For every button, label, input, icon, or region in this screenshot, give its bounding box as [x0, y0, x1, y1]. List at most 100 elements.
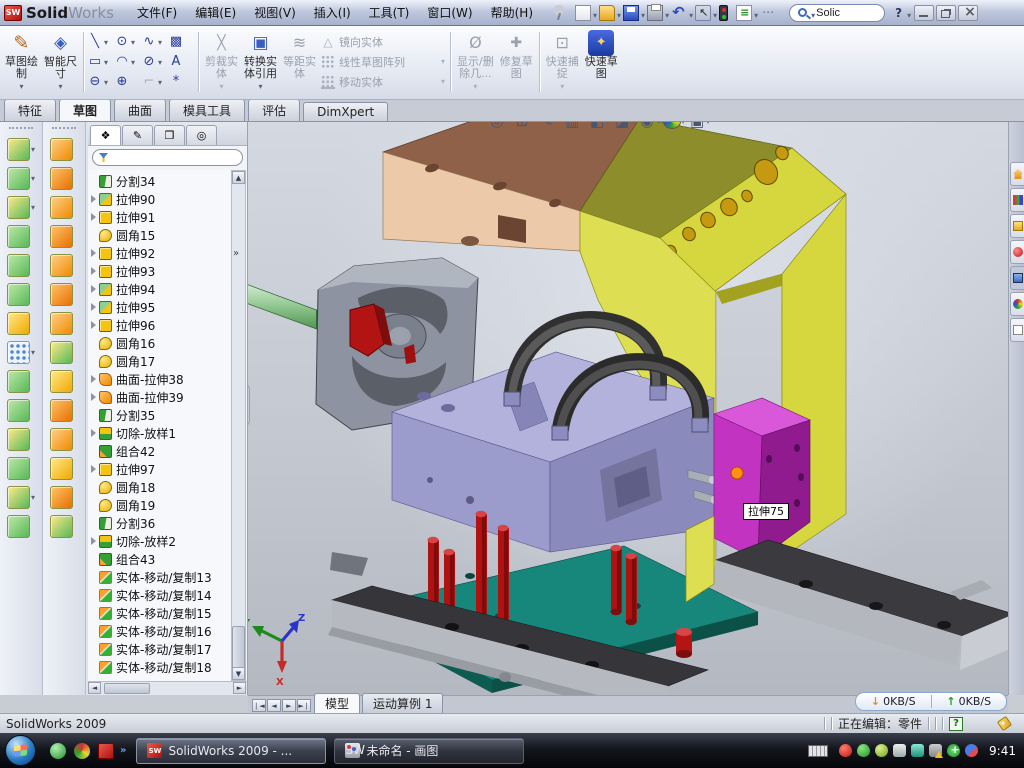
more-tabs-chevron[interactable]: »	[230, 248, 242, 259]
open-icon[interactable]	[599, 5, 615, 21]
quick-launch-messenger-icon[interactable]	[48, 741, 68, 761]
taskbar-clock[interactable]: 9:41	[989, 744, 1016, 758]
rib-icon[interactable]	[7, 428, 30, 451]
lofted-boss-icon[interactable]	[7, 225, 30, 248]
tree-item[interactable]: 实体-移动/复制13	[88, 568, 231, 586]
tree-item[interactable]: 圆角15	[88, 226, 231, 244]
revolved-surface-icon[interactable]	[50, 167, 73, 190]
dimxpertmanager-tab-icon[interactable]: ◎	[186, 125, 217, 145]
slot-icon[interactable]: ⊖	[87, 74, 114, 89]
tree-item[interactable]: 拉伸96	[88, 316, 231, 334]
tree-item[interactable]: 拉伸95	[88, 298, 231, 316]
extend-surface-icon[interactable]	[50, 399, 73, 422]
ribbon-tab[interactable]: 曲面	[114, 99, 166, 121]
select-icon[interactable]	[695, 5, 711, 21]
boundary-surface-icon[interactable]	[50, 254, 73, 277]
extruded-surface-icon[interactable]	[50, 138, 73, 161]
graphics-area[interactable]: Y Z X ◎▾⊞▾✎▾▥▾◧▾◪▾◉▾▾▣▾ 拉伸75	[248, 122, 1008, 695]
expander-icon[interactable]	[90, 375, 98, 383]
rapid-sketch-button[interactable]: 快速草 图	[582, 29, 621, 95]
print-icon[interactable]	[647, 5, 663, 21]
first-tab-button[interactable]: ❘◄	[252, 699, 266, 712]
draft-icon[interactable]	[7, 457, 30, 480]
view-palette-icon[interactable]	[1010, 266, 1024, 290]
tree-item[interactable]: 实体-移动/复制17	[88, 640, 231, 658]
tree-item[interactable]: 组合42	[88, 442, 231, 460]
tree-horizontal-scrollbar[interactable]: ◄ ►	[88, 681, 247, 695]
dropdown-caret-icon[interactable]: ▾	[31, 203, 35, 212]
menu-item[interactable]: 帮助(H)	[482, 1, 542, 24]
dropdown-caret-icon[interactable]: ▾	[31, 493, 35, 502]
revolved-cut-icon[interactable]	[7, 283, 30, 306]
help-caret-icon[interactable]	[906, 3, 912, 22]
restore-button[interactable]	[936, 5, 956, 21]
sketch-button[interactable]: 草图绘 制	[2, 29, 41, 95]
ribbon-tab[interactable]: DimXpert	[303, 102, 388, 121]
propertymanager-tab-icon[interactable]: ✎	[122, 125, 153, 145]
tree-item[interactable]: 拉伸93	[88, 262, 231, 280]
chamfer-icon[interactable]	[7, 399, 30, 422]
menu-item[interactable]: 编辑(E)	[186, 1, 245, 24]
tree-item[interactable]: 拉伸90	[88, 190, 231, 208]
tree-item[interactable]: 曲面-拉伸38	[88, 370, 231, 388]
selection-box-icon[interactable]: ▩	[168, 34, 195, 49]
swept-surface-icon[interactable]	[50, 196, 73, 219]
circle-icon[interactable]: ⊙	[114, 34, 141, 49]
taskbar-task-button[interactable]: SW SolidWorks 2009 - ...	[136, 738, 326, 764]
sketch-settings-icon[interactable]	[760, 5, 776, 21]
sprue-rod[interactable]	[248, 284, 322, 331]
model-exploded-view[interactable]: Y Z X	[248, 122, 1008, 695]
tray-sync-icon[interactable]	[965, 744, 978, 757]
save-icon[interactable]	[623, 5, 639, 21]
quick-launch-solidworks-icon[interactable]	[96, 741, 116, 761]
menu-item[interactable]: 文件(F)	[128, 1, 186, 24]
tree-item[interactable]: 拉伸91	[88, 208, 231, 226]
tray-network-warning-icon[interactable]	[929, 744, 942, 757]
tree-item[interactable]: 拉伸94	[88, 280, 231, 298]
tree-item[interactable]: 圆角17	[88, 352, 231, 370]
replace-face-icon[interactable]	[50, 457, 73, 480]
toolbar-grip[interactable]	[52, 127, 76, 131]
dropdown-caret-icon[interactable]: ▾	[31, 174, 35, 183]
model-tab[interactable]: 运动算例 1	[362, 693, 443, 713]
dropdown-caret-icon[interactable]	[19, 80, 23, 93]
ribbon-tab[interactable]: 特征	[4, 99, 56, 121]
tree-vertical-scrollbar[interactable]: ▲ ▼	[231, 170, 246, 681]
help-button[interactable]: ?	[895, 6, 902, 20]
untrim-surface-icon[interactable]	[50, 486, 73, 509]
linear-pattern-icon[interactable]	[7, 341, 30, 364]
ellipse-icon[interactable]: ⊘	[141, 54, 168, 69]
fillet-icon[interactable]	[7, 370, 30, 393]
network-speed-widget[interactable]: ↓0KB/S ↑0KB/S	[855, 692, 1007, 711]
tree-item[interactable]: 拉伸92	[88, 244, 231, 262]
extruded-cut-icon[interactable]	[7, 254, 30, 277]
offset-surface-icon[interactable]	[50, 341, 73, 364]
line-icon[interactable]: ╲	[87, 34, 114, 49]
lofted-surface-icon[interactable]	[50, 225, 73, 248]
hole-wizard-icon[interactable]	[7, 312, 30, 335]
display-delete-relations-button[interactable]: 显示/删 除几...	[454, 29, 497, 95]
ribbon-tab[interactable]: 评估	[248, 99, 300, 121]
tray-volume-icon[interactable]	[893, 744, 906, 757]
expander-icon[interactable]	[90, 195, 98, 203]
tree-item[interactable]: 分割36	[88, 514, 231, 532]
dropdown-caret-icon[interactable]: ▾	[31, 145, 35, 154]
dropdown-caret-icon[interactable]: ▾	[31, 348, 35, 357]
polygon-icon[interactable]: ⊕	[114, 74, 141, 89]
expander-icon[interactable]	[90, 393, 98, 401]
thicken-icon[interactable]	[50, 515, 73, 538]
filled-surface-icon[interactable]	[50, 283, 73, 306]
expander-icon[interactable]	[90, 267, 98, 275]
tray-health-icon[interactable]	[947, 744, 960, 757]
last-tab-button[interactable]: ►❘	[297, 699, 311, 712]
shell-icon[interactable]	[7, 486, 30, 509]
tray-wireless-icon[interactable]	[911, 744, 924, 757]
scroll-thumb[interactable]	[104, 683, 150, 694]
tree-item[interactable]: 实体-移动/复制14	[88, 586, 231, 604]
featuremanager-tab-icon[interactable]: ❖	[90, 125, 121, 145]
menu-item[interactable]: 窗口(W)	[418, 1, 481, 24]
expander-icon[interactable]	[90, 285, 98, 293]
tree-item[interactable]: 组合43	[88, 550, 231, 568]
pin-icon[interactable]	[551, 5, 567, 21]
tray-security-shield-icon[interactable]	[857, 744, 870, 757]
